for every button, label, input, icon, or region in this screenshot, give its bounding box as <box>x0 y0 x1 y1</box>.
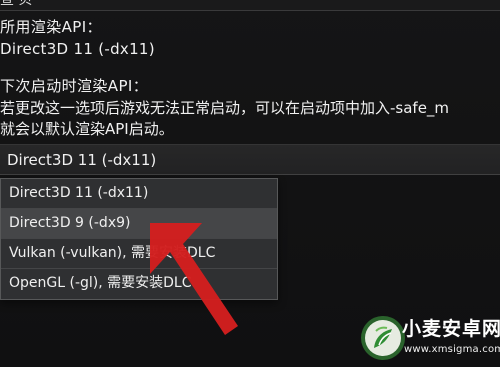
header-divider <box>0 10 500 11</box>
settings-panel: 宣 贝 所用渲染API： Direct3D 11 (-dx11) 下次启动时渲染… <box>0 0 500 367</box>
option-direct3d9[interactable]: Direct3D 9 (-dx9) <box>1 209 277 239</box>
watermark-url: www.xmsigma.com <box>404 344 500 355</box>
warning-text-line-1: 若更改这一选项后游戏无法正常启动，可以在启动项中加入-safe_m <box>0 99 450 117</box>
watermark: 小麦安卓网 www.xmsigma.com <box>358 313 500 363</box>
warning-text-line-2: 就会以默认渲染API启动。 <box>0 120 174 138</box>
render-api-select[interactable]: Direct3D 11 (-dx11) <box>0 144 500 175</box>
option-vulkan[interactable]: Vulkan (-vulkan), 需要安装DLC <box>1 239 277 269</box>
current-api-label: 所用渲染API： <box>0 18 102 36</box>
top-header-strip: 宣 贝 <box>0 0 500 10</box>
selected-render-api: Direct3D 11 (-dx11) <box>7 151 157 169</box>
render-api-dropdown-menu: Direct3D 11 (-dx11) Direct3D 9 (-dx9) Vu… <box>0 178 278 300</box>
partial-header-text: 宣 贝 <box>0 0 33 8</box>
current-api-value: Direct3D 11 (-dx11) <box>0 40 155 58</box>
watermark-title: 小麦安卓网 <box>402 318 500 340</box>
option-opengl[interactable]: OpenGL (-gl), 需要安装DLC <box>1 269 277 299</box>
next-api-label: 下次启动时渲染API： <box>0 77 149 95</box>
leaf-logo-icon <box>361 316 405 360</box>
option-direct3d11[interactable]: Direct3D 11 (-dx11) <box>1 179 277 209</box>
